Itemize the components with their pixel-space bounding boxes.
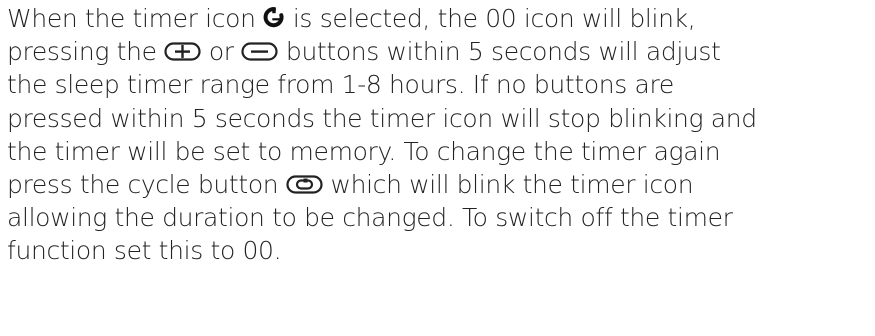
paragraph-line-5: the timer will be set to memory. To chan… [7,136,721,166]
line-1-text-after: is selected, the 00 icon will blink, [292,4,696,33]
cycle-button-icon [286,174,323,196]
paragraph-line-6: press the cycle button which will blink … [7,168,873,201]
paragraph-line-1: When the timer icon is selected, the 00 … [7,2,873,35]
plus-button-icon [164,41,201,63]
paragraph-line-7: allowing the duration to be changed. To … [7,203,733,233]
paragraph-line-4: pressed within 5 seconds the timer icon … [7,103,757,133]
line-6-text-after: which will blink the timer icon [330,169,694,199]
paragraph-line-3: the sleep timer range from 1-8 hours. If… [7,70,674,100]
line-2-text-before: pressing the [7,37,157,67]
timer-icon [263,6,285,30]
instruction-paragraph: When the timer icon is selected, the 00 … [7,2,873,268]
line-1-text-before: When the timer icon [7,4,256,33]
line-6-text-before: press the cycle button [7,169,279,199]
minus-button-icon [241,41,278,63]
paragraph-line-2: pressing the or buttons within 5 seconds… [7,35,873,68]
paragraph-line-8: function set this to 00. [7,236,282,266]
line-2-text-after: buttons within 5 seconds will adjust [285,37,721,67]
line-2-text-middle: or [208,37,234,67]
